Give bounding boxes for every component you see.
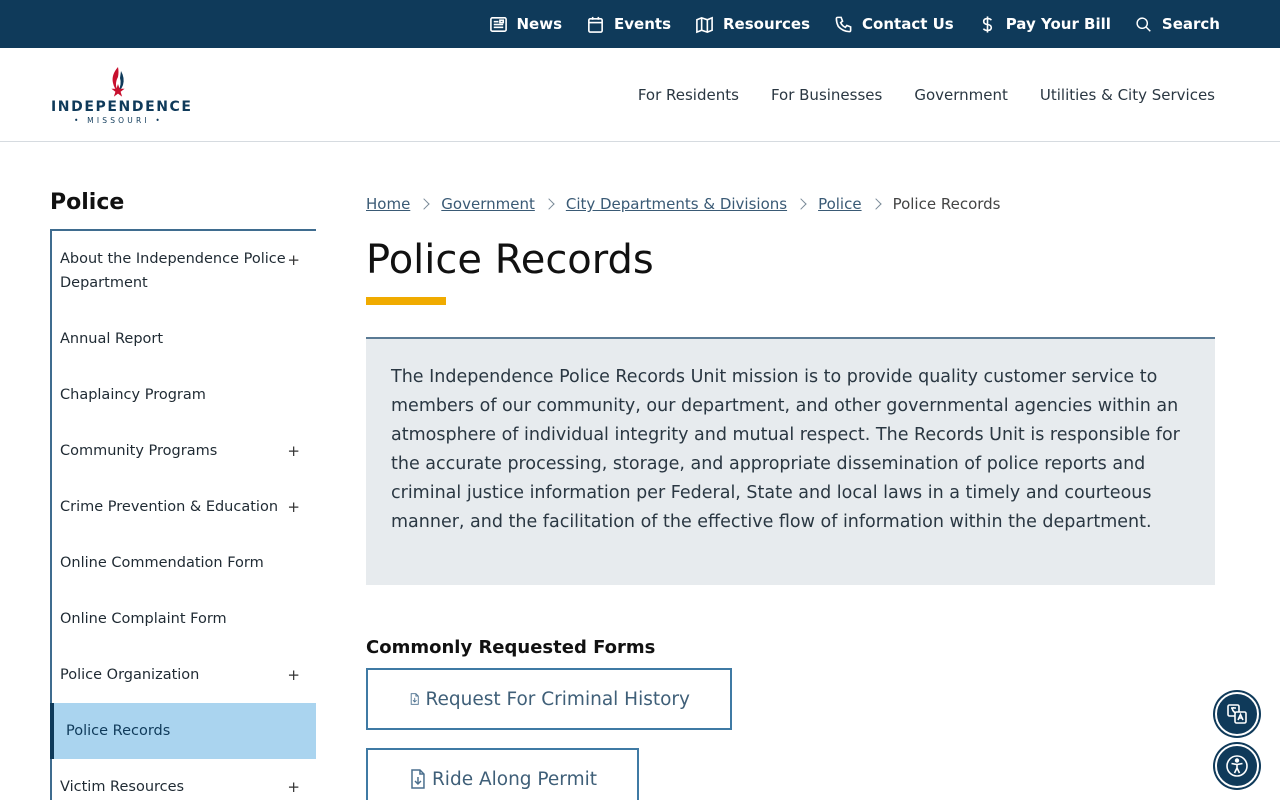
dollar-icon: [982, 15, 992, 33]
search-label: Search: [1161, 15, 1220, 33]
chevron-right-icon: [418, 198, 430, 210]
sidebar-item-police-records[interactable]: Police Records: [50, 703, 316, 759]
sidebar-item-chaplaincy[interactable]: Chaplaincy Program: [52, 367, 316, 423]
accessibility-icon: [1226, 755, 1248, 777]
main-content: Home Government City Departments & Divis…: [366, 190, 1215, 800]
sidebar-title: Police: [50, 190, 316, 231]
ride-along-permit-button[interactable]: Ride Along Permit: [366, 748, 639, 800]
newspaper-icon: [489, 16, 507, 32]
events-label: Events: [614, 15, 671, 33]
expand-icon[interactable]: +: [287, 248, 300, 272]
breadcrumb: Home Government City Departments & Divis…: [366, 190, 1215, 218]
expand-icon[interactable]: +: [287, 439, 300, 463]
sidebar-item-label: Chaplaincy Program: [60, 387, 206, 403]
sidebar-item-crime-prevention[interactable]: Crime Prevention & Education +: [52, 479, 316, 535]
section-sidebar: Police About the Independence Police Dep…: [50, 190, 316, 800]
sidebar-item-victim-resources[interactable]: Victim Resources +: [52, 759, 316, 800]
sidebar-item-label: Police Records: [66, 723, 171, 739]
search-link[interactable]: Search: [1135, 15, 1220, 33]
nav-utilities-city-services[interactable]: Utilities & City Services: [1040, 86, 1215, 104]
site-logo[interactable]: INDEPENDENCE • MISSOURI •: [51, 66, 193, 126]
sidebar-item-complaint-form[interactable]: Online Complaint Form: [52, 591, 316, 647]
map-icon: [696, 16, 713, 33]
pay-bill-label: Pay Your Bill: [1005, 15, 1111, 33]
logo-state: • MISSOURI •: [73, 116, 164, 125]
events-link[interactable]: Events: [586, 15, 671, 34]
nav-for-residents[interactable]: For Residents: [638, 86, 739, 104]
search-icon: [1136, 16, 1151, 32]
sidebar-item-label: Annual Report: [60, 331, 164, 347]
breadcrumb-police[interactable]: Police: [818, 195, 862, 213]
form-button-label: Request For Criminal History: [425, 688, 690, 710]
logo-wordmark: INDEPENDENCE: [51, 99, 193, 115]
breadcrumb-government[interactable]: Government: [441, 195, 535, 213]
phone-icon: [835, 16, 852, 32]
sidebar-item-label: Online Commendation Form: [60, 555, 264, 571]
sidebar-item-about[interactable]: About the Independence Police Department…: [52, 231, 316, 311]
breadcrumb-city-departments[interactable]: City Departments & Divisions: [566, 195, 787, 213]
sidebar-item-label: Online Complaint Form: [60, 611, 227, 627]
news-label: News: [516, 15, 563, 33]
sidebar-item-commendation-form[interactable]: Online Commendation Form: [52, 535, 316, 591]
nav-government[interactable]: Government: [914, 86, 1008, 104]
sidebar-item-community-programs[interactable]: Community Programs +: [52, 423, 316, 479]
pay-bill-link[interactable]: Pay Your Bill: [978, 15, 1111, 34]
breadcrumb-current: Police Records: [892, 195, 1001, 213]
request-criminal-history-button[interactable]: Request For Criminal History: [366, 668, 732, 730]
calendar-icon: [588, 16, 603, 33]
form-button-label: Ride Along Permit: [431, 768, 597, 790]
sidebar-item-label: Police Organization: [60, 667, 200, 683]
sidebar-menu: About the Independence Police Department…: [50, 231, 316, 800]
file-download-icon: [411, 769, 425, 789]
breadcrumb-home[interactable]: Home: [366, 195, 410, 213]
chevron-right-icon: [869, 198, 882, 210]
translate-icon: [1227, 704, 1247, 724]
chevron-right-icon: [795, 198, 807, 210]
contact-us-label: Contact Us: [862, 15, 954, 33]
nav-for-businesses[interactable]: For Businesses: [771, 86, 882, 104]
news-link[interactable]: News: [489, 15, 563, 34]
forms-heading: Commonly Requested Forms: [366, 637, 656, 658]
chevron-right-icon: [543, 198, 555, 210]
sidebar-item-police-organization[interactable]: Police Organization +: [52, 647, 316, 703]
utility-nav: News Events Resources Contact Us Pay You…: [465, 0, 1220, 48]
sidebar-item-label: Community Programs: [60, 443, 218, 459]
translate-button[interactable]: [1215, 692, 1259, 736]
file-download-icon: [410, 693, 419, 705]
mission-statement: The Independence Police Records Unit mis…: [366, 337, 1215, 585]
accessibility-button[interactable]: [1215, 744, 1259, 788]
sidebar-item-label: Victim Resources: [60, 779, 185, 795]
expand-icon[interactable]: +: [287, 663, 300, 687]
flame-logo-icon: [111, 67, 125, 97]
sidebar-item-label: Crime Prevention & Education: [60, 499, 279, 515]
sidebar-item-annual-report[interactable]: Annual Report: [52, 311, 316, 367]
page-title: Police Records: [366, 237, 654, 283]
main-nav: For Residents For Businesses Government …: [606, 48, 1215, 142]
site-header: INDEPENDENCE • MISSOURI • For Residents …: [0, 48, 1280, 142]
resources-link[interactable]: Resources: [695, 15, 810, 34]
sidebar-item-label: About the Independence Police Department: [60, 251, 286, 291]
contact-us-link[interactable]: Contact Us: [834, 15, 954, 34]
resources-label: Resources: [723, 15, 811, 33]
expand-icon[interactable]: +: [287, 495, 300, 519]
utility-bar: News Events Resources Contact Us Pay You…: [0, 0, 1280, 48]
expand-icon[interactable]: +: [287, 775, 300, 799]
title-accent-bar: [366, 297, 446, 305]
